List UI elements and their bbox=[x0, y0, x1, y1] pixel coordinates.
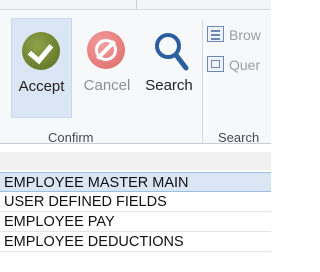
list-header-band bbox=[0, 152, 271, 170]
cancel-label: Cancel bbox=[83, 77, 131, 94]
query-label: Quer bbox=[229, 57, 261, 73]
search-label: Search bbox=[145, 77, 193, 94]
section-list: EMPLOYEE MASTER MAIN USER DEFINED FIELDS… bbox=[0, 172, 271, 252]
accept-button[interactable]: Accept bbox=[11, 18, 72, 118]
browse-list-icon bbox=[207, 26, 224, 42]
cancel-button[interactable]: Cancel bbox=[77, 18, 137, 98]
confirm-group-label: Confirm bbox=[48, 130, 94, 145]
accept-label: Accept bbox=[18, 78, 65, 95]
search-group-label: Search bbox=[218, 130, 260, 145]
ribbon-group-separator bbox=[202, 20, 203, 150]
query-button[interactable]: Quer bbox=[205, 54, 271, 76]
magnifier-icon bbox=[155, 33, 189, 71]
list-item-employee-pay[interactable]: EMPLOYEE PAY bbox=[0, 212, 271, 232]
ribbon-toolbar: Accept Cancel Search Brow Quer Confirm S… bbox=[0, 10, 271, 150]
search-button[interactable]: Search bbox=[141, 18, 197, 98]
query-grid-icon bbox=[207, 56, 224, 72]
list-item-user-defined-fields[interactable]: USER DEFINED FIELDS bbox=[0, 192, 271, 212]
cancel-circle-icon bbox=[87, 31, 125, 69]
browse-label: Brow bbox=[229, 27, 261, 43]
tab-separator bbox=[136, 0, 137, 9]
list-item-employee-master-main[interactable]: EMPLOYEE MASTER MAIN bbox=[0, 172, 271, 192]
ribbon-tab-strip bbox=[0, 0, 271, 10]
browse-button[interactable]: Brow bbox=[205, 24, 271, 46]
list-item-employee-deductions[interactable]: EMPLOYEE DEDUCTIONS bbox=[0, 232, 271, 252]
checkmark-circle-icon bbox=[22, 32, 60, 70]
